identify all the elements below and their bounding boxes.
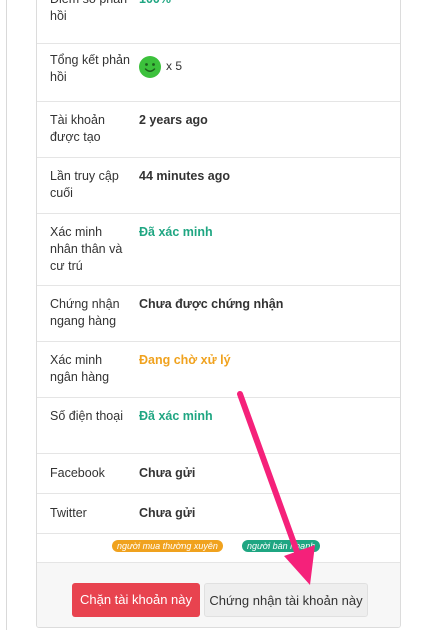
label-feedback-score: Điểm số phản hồi: [50, 0, 127, 23]
block-account-button[interactable]: Chặn tài khoản này: [72, 583, 200, 617]
row-twitter: Twitter Chưa gửi: [37, 493, 400, 533]
value-account-created: 2 years ago: [139, 113, 208, 127]
label-peer-certification: Chứng nhận ngang hàng: [50, 297, 120, 328]
row-account-created: Tài khoản được tạo 2 years ago: [37, 101, 400, 157]
row-identity-verification: Xác minh nhân thân và cư trú Đã xác minh: [37, 213, 400, 285]
value-facebook: Chưa gửi: [139, 466, 196, 480]
row-last-seen: Lần truy cập cuối 44 minutes ago: [37, 157, 400, 213]
label-feedback-summary: Tổng kết phản hồi: [50, 53, 130, 84]
row-feedback-score: Điểm số phản hồi 100%: [37, 0, 400, 43]
value-last-seen: 44 minutes ago: [139, 169, 230, 183]
row-bank-verification: Xác minh ngân hàng Đang chờ xử lý: [37, 341, 400, 397]
user-profile-panel: Điểm số phản hồi 100% Tổng kết phản hồi …: [36, 0, 401, 628]
badge-frequent-buyer: người mua thường xuyên: [112, 540, 223, 552]
label-last-seen: Lần truy cập cuối: [50, 169, 119, 200]
row-badges: người mua thường xuyên người bán nhanh: [37, 533, 400, 562]
label-identity-verification: Xác minh nhân thân và cư trú: [50, 225, 123, 273]
certify-account-button[interactable]: Chứng nhận tài khoản này: [204, 583, 368, 617]
row-phone: Số điện thoại Đã xác minh: [37, 397, 400, 453]
label-account-created: Tài khoản được tạo: [50, 113, 105, 144]
label-phone: Số điện thoại: [50, 409, 123, 423]
value-identity-verification: Đã xác minh: [139, 225, 213, 239]
row-peer-certification: Chứng nhận ngang hàng Chưa được chứng nh…: [37, 285, 400, 341]
badge-fast-seller: người bán nhanh: [242, 540, 321, 552]
value-phone: Đã xác minh: [139, 409, 213, 423]
label-bank-verification: Xác minh ngân hàng: [50, 353, 110, 384]
value-twitter: Chưa gửi: [139, 506, 196, 520]
label-facebook: Facebook: [50, 466, 105, 480]
row-facebook: Facebook Chưa gửi: [37, 453, 400, 493]
smiley-face-icon: [139, 56, 161, 78]
value-bank-verification: Đang chờ xử lý: [139, 353, 231, 367]
row-feedback-summary: Tổng kết phản hồi x 5: [37, 43, 400, 101]
label-twitter: Twitter: [50, 506, 87, 520]
left-divider: [6, 0, 7, 630]
feedback-count: x 5: [166, 59, 183, 73]
value-peer-certification: Chưa được chứng nhận: [139, 297, 284, 311]
value-feedback-score: 100%: [139, 0, 171, 8]
